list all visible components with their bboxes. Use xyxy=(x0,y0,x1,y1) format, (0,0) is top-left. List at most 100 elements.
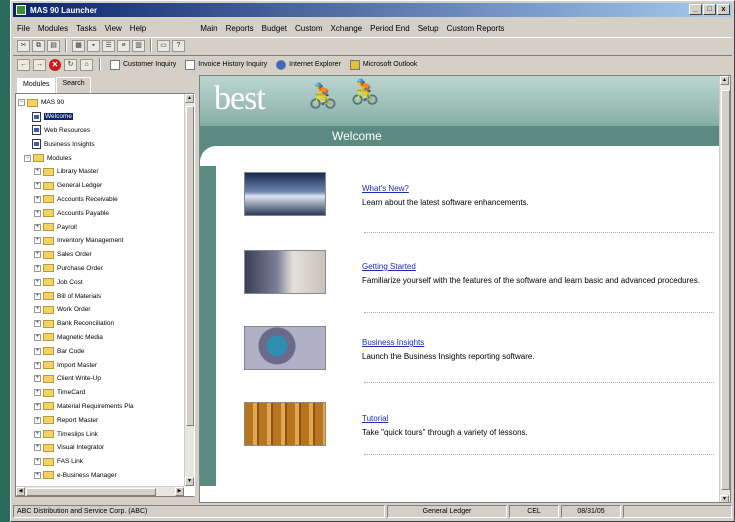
expand-icon[interactable]: + xyxy=(34,182,41,190)
tree-horizontal-scrollbar[interactable]: ◀ ▶ xyxy=(16,486,184,496)
help-icon[interactable]: ? xyxy=(172,39,185,52)
expand-icon[interactable]: + xyxy=(34,251,41,259)
expand-icon[interactable]: + xyxy=(34,237,41,245)
cut-icon[interactable]: ✂ xyxy=(17,39,30,52)
menu-main[interactable]: Main xyxy=(196,24,221,33)
tree-item-module[interactable]: + Job Cost xyxy=(18,275,182,289)
tree-item-module[interactable]: + Visual Integrator xyxy=(18,441,182,455)
expand-icon[interactable]: + xyxy=(34,306,41,314)
tab-modules[interactable]: Modules xyxy=(17,78,56,94)
list-icon[interactable]: ☰ xyxy=(102,39,115,52)
tree-item-module[interactable]: + Accounts Receivable xyxy=(18,193,182,207)
scroll-thumb[interactable] xyxy=(721,90,730,490)
paste-icon[interactable]: ▤ xyxy=(47,39,60,52)
home-icon[interactable]: ⌂ xyxy=(80,58,93,71)
menu-custom[interactable]: Custom xyxy=(291,24,327,33)
tree-item-module[interactable]: + Library Master xyxy=(18,165,182,179)
expand-icon[interactable]: + xyxy=(34,292,41,300)
tree-item-module[interactable]: + Sales Order xyxy=(18,248,182,262)
menu-xchange[interactable]: Xchange xyxy=(327,24,367,33)
whats-new-link[interactable]: What's New? xyxy=(362,184,409,193)
scroll-right-arrow[interactable]: ▶ xyxy=(175,487,184,496)
menu-view[interactable]: View xyxy=(101,24,126,33)
details-icon[interactable]: ≡ xyxy=(117,39,130,52)
large-icons-icon[interactable]: ▦ xyxy=(72,39,85,52)
tree-item-module[interactable]: + Report Master xyxy=(18,413,182,427)
tree-item-module[interactable]: + General Ledger xyxy=(18,179,182,193)
content-vertical-scrollbar[interactable]: ▲ ▼ xyxy=(719,76,730,502)
expand-icon[interactable]: + xyxy=(34,333,41,341)
expand-icon[interactable]: + xyxy=(34,471,41,479)
tree-item-module[interactable]: + Accounts Payable xyxy=(18,206,182,220)
tutorial-link[interactable]: Tutorial xyxy=(362,414,388,423)
tree-item-business-insights[interactable]: Business Insights xyxy=(18,137,182,151)
tree-item-module[interactable]: + Inventory Management xyxy=(18,234,182,248)
tree-item-module[interactable]: + Magnetic Media xyxy=(18,331,182,345)
tree-item-module[interactable]: + Work Order xyxy=(18,303,182,317)
grid-icon[interactable]: ▥ xyxy=(132,39,145,52)
scroll-up-arrow[interactable]: ▲ xyxy=(185,94,194,103)
maximize-button[interactable]: □ xyxy=(703,4,716,15)
tree-item-module[interactable]: + Bill of Materials xyxy=(18,289,182,303)
menu-budget[interactable]: Budget xyxy=(258,24,291,33)
menu-custom-reports[interactable]: Custom Reports xyxy=(443,24,509,33)
tree-item-module[interactable]: + Import Master xyxy=(18,358,182,372)
tree-item-module[interactable]: + FAS Link xyxy=(18,455,182,469)
expand-icon[interactable]: + xyxy=(34,444,41,452)
back-icon[interactable]: ← xyxy=(17,58,30,71)
expand-icon[interactable]: + xyxy=(34,223,41,231)
expand-icon[interactable]: + xyxy=(34,361,41,369)
copy-icon[interactable]: ⧉ xyxy=(32,39,45,52)
tree-root[interactable]: − MAS 90 xyxy=(18,96,182,110)
tree-item-modules[interactable]: − Modules xyxy=(18,151,182,165)
menu-modules[interactable]: Modules xyxy=(34,24,72,33)
customer-inquiry-link[interactable]: Customer Inquiry xyxy=(107,59,179,70)
getting-started-link[interactable]: Getting Started xyxy=(362,262,416,271)
scroll-up-arrow[interactable]: ▲ xyxy=(720,76,729,85)
expand-icon[interactable]: + xyxy=(34,320,41,328)
tree-item-module[interactable]: + Payroll xyxy=(18,220,182,234)
expand-icon[interactable]: + xyxy=(34,209,41,217)
expand-icon[interactable]: + xyxy=(34,375,41,383)
small-icons-icon[interactable]: ▪ xyxy=(87,39,100,52)
outlook-link[interactable]: Microsoft Outlook xyxy=(347,59,420,70)
menu-help[interactable]: Help xyxy=(126,24,150,33)
menu-period-end[interactable]: Period End xyxy=(366,24,414,33)
refresh-icon[interactable]: ↻ xyxy=(64,58,77,71)
scroll-down-arrow[interactable]: ▼ xyxy=(185,477,194,486)
business-insights-link[interactable]: Business Insights xyxy=(362,338,424,347)
tree-item-module[interactable]: + TimeCard xyxy=(18,386,182,400)
scroll-down-arrow[interactable]: ▼ xyxy=(720,495,729,502)
close-button[interactable]: x xyxy=(717,4,730,15)
menu-reports[interactable]: Reports xyxy=(222,24,258,33)
tree-item-module[interactable]: + e-Business Manager xyxy=(18,469,182,483)
internet-explorer-link[interactable]: Internet Explorer xyxy=(273,59,344,70)
menu-file[interactable]: File xyxy=(13,24,34,33)
scroll-thumb[interactable] xyxy=(186,106,194,426)
tree-item-module[interactable]: + Timeslips Link xyxy=(18,427,182,441)
expand-icon[interactable]: + xyxy=(34,168,41,176)
expand-icon[interactable]: + xyxy=(34,458,41,466)
forward-icon[interactable]: → xyxy=(33,58,46,71)
invoice-history-link[interactable]: Invoice History Inquiry xyxy=(182,59,270,70)
scroll-left-arrow[interactable]: ◀ xyxy=(16,487,25,496)
menu-setup[interactable]: Setup xyxy=(414,24,443,33)
expand-icon[interactable]: + xyxy=(34,402,41,410)
scroll-thumb[interactable] xyxy=(26,488,156,496)
expand-icon[interactable]: + xyxy=(34,195,41,203)
expand-icon[interactable]: + xyxy=(34,264,41,272)
properties-icon[interactable]: ▭ xyxy=(157,39,170,52)
expand-icon[interactable]: + xyxy=(34,278,41,286)
tree-item-web-resources[interactable]: Web Resources xyxy=(18,124,182,138)
tree-vertical-scrollbar[interactable]: ▲ ▼ xyxy=(184,94,194,486)
stop-icon[interactable]: ✕ xyxy=(49,58,61,71)
tree-item-module[interactable]: + Material Requirements Pla xyxy=(18,400,182,414)
expand-icon[interactable]: + xyxy=(34,389,41,397)
tree-item-module[interactable]: + Client Write-Up xyxy=(18,372,182,386)
tree-item-module[interactable]: + Bank Reconciliation xyxy=(18,317,182,331)
tree-item-welcome[interactable]: Welcome xyxy=(18,110,182,124)
tree-item-module[interactable]: + Purchase Order xyxy=(18,262,182,276)
expand-icon[interactable]: + xyxy=(34,430,41,438)
menu-tasks[interactable]: Tasks xyxy=(72,24,100,33)
tree-item-module[interactable]: + Bar Code xyxy=(18,344,182,358)
